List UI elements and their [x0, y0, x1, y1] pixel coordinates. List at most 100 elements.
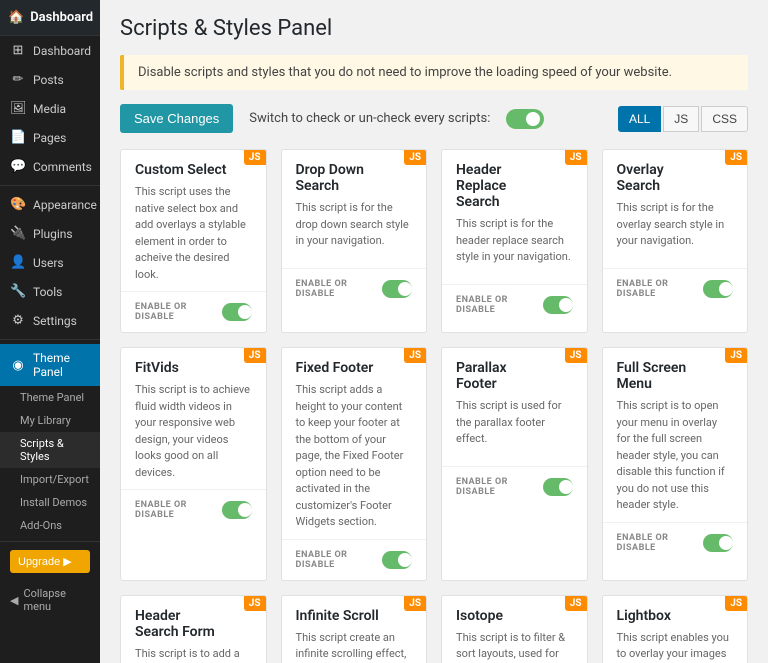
- script-card-isotope: JS Isotope This script is to filter & so…: [441, 595, 588, 663]
- card-footer: ENABLE OR DISABLE: [442, 284, 587, 325]
- card-toggle[interactable]: [382, 280, 412, 298]
- card-title: Fixed Footer: [296, 360, 413, 376]
- card-toggle[interactable]: [382, 551, 412, 569]
- scripts-grid: JS Custom Select This script uses the na…: [120, 149, 748, 663]
- sidebar-item-pages[interactable]: 📄 Pages: [0, 123, 100, 152]
- card-title: Header Replace Search: [456, 162, 573, 210]
- posts-icon: ✏: [10, 72, 26, 87]
- sidebar-item-label: Appearance: [33, 198, 97, 212]
- card-badge: JS: [244, 150, 266, 165]
- global-toggle[interactable]: [506, 109, 544, 129]
- filter-all-button[interactable]: ALL: [618, 106, 661, 132]
- filter-css-button[interactable]: CSS: [701, 106, 748, 132]
- enable-label: ENABLE OR DISABLE: [617, 533, 704, 553]
- card-badge: JS: [404, 150, 426, 165]
- script-card-fixed-footer: JS Fixed Footer This script adds a heigh…: [281, 347, 428, 581]
- notice-banner: Disable scripts and styles that you do n…: [120, 55, 748, 90]
- filter-js-button[interactable]: JS: [663, 106, 699, 132]
- card-header: JS Fixed Footer This script adds a heigh…: [282, 348, 427, 539]
- sidebar-item-users[interactable]: 👤 Users: [0, 248, 100, 277]
- card-header: JS Full Screen Menu This script is to op…: [603, 348, 748, 522]
- save-changes-button[interactable]: Save Changes: [120, 104, 233, 133]
- script-card-overlay-search: JS Overlay Search This script is for the…: [602, 149, 749, 333]
- collapse-menu-button[interactable]: ◀ Collapse menu: [0, 581, 100, 619]
- card-title: Header Search Form: [135, 608, 252, 640]
- toolbar: Save Changes Switch to check or un-check…: [120, 104, 748, 133]
- sidebar-item-label: Plugins: [33, 227, 73, 241]
- card-footer: ENABLE OR DISABLE: [603, 268, 748, 309]
- users-icon: 👤: [10, 255, 26, 270]
- sidebar-item-label: Dashboard: [33, 44, 91, 58]
- card-toggle[interactable]: [222, 303, 252, 321]
- sidebar-item-media[interactable]: 🖼 Media: [0, 94, 100, 123]
- sidebar-item-settings[interactable]: ⚙ Settings: [0, 306, 100, 335]
- sidebar-sub-scripts-styles[interactable]: Scripts & Styles: [0, 432, 100, 468]
- card-header: JS Overlay Search This script is for the…: [603, 150, 748, 268]
- sidebar-sub-add-ons[interactable]: Add-Ons: [0, 514, 100, 537]
- card-title: Lightbox: [617, 608, 734, 624]
- card-header: JS Drop Down Search This script is for t…: [282, 150, 427, 268]
- card-desc: This script is used for the parallax foo…: [456, 398, 573, 458]
- card-toggle[interactable]: [703, 280, 733, 298]
- enable-label: ENABLE OR DISABLE: [296, 279, 383, 299]
- card-header: JS FitVids This script is to achieve flu…: [121, 348, 266, 489]
- card-title: Infinite Scroll: [296, 608, 413, 624]
- enable-label: ENABLE OR DISABLE: [617, 279, 704, 299]
- card-footer: ENABLE OR DISABLE: [282, 539, 427, 580]
- card-desc: This script create an infinite scrolling…: [296, 630, 413, 663]
- card-footer: ENABLE OR DISABLE: [442, 466, 587, 507]
- card-badge: JS: [404, 348, 426, 363]
- sidebar: 🏠 Dashboard ⊞ Dashboard ✏ Posts 🖼 Media …: [0, 0, 100, 663]
- sidebar-item-appearance[interactable]: 🎨 Appearance: [0, 190, 100, 219]
- media-icon: 🖼: [10, 101, 26, 116]
- upgrade-button[interactable]: Upgrade ▶: [10, 550, 90, 573]
- sidebar-sub-my-library[interactable]: My Library: [0, 409, 100, 432]
- sidebar-item-tools[interactable]: 🔧 Tools: [0, 277, 100, 306]
- global-toggle-track[interactable]: [506, 109, 544, 129]
- sidebar-item-posts[interactable]: ✏ Posts: [0, 65, 100, 94]
- sidebar-item-dashboard[interactable]: ⊞ Dashboard: [0, 36, 100, 65]
- card-badge: JS: [565, 150, 587, 165]
- plugins-icon: 🔌: [10, 226, 26, 241]
- sidebar-divider-2: [0, 339, 100, 340]
- script-card-drop-down-search: JS Drop Down Search This script is for t…: [281, 149, 428, 333]
- card-badge: JS: [244, 348, 266, 363]
- card-header: JS Isotope This script is to filter & so…: [442, 596, 587, 663]
- card-badge: JS: [565, 348, 587, 363]
- card-toggle[interactable]: [543, 478, 573, 496]
- card-title: Drop Down Search: [296, 162, 413, 194]
- sidebar-sub-theme-panel[interactable]: Theme Panel: [0, 386, 100, 409]
- sidebar-item-comments[interactable]: 💬 Comments: [0, 152, 100, 181]
- page-title: Scripts & Styles Panel: [120, 16, 748, 41]
- card-desc: This script is for the overlay search st…: [617, 200, 734, 260]
- sidebar-sub-install-demos[interactable]: Install Demos: [0, 491, 100, 514]
- sidebar-item-label: Media: [33, 102, 66, 116]
- theme-panel-icon: ◉: [10, 358, 26, 373]
- script-card-lightbox: JS Lightbox This script enables you to o…: [602, 595, 749, 663]
- script-card-custom-select: JS Custom Select This script uses the na…: [120, 149, 267, 333]
- card-header: JS Header Search Form This script is to …: [121, 596, 266, 663]
- card-desc: This script uses the native select box a…: [135, 184, 252, 283]
- card-badge: JS: [244, 596, 266, 611]
- card-footer: ENABLE OR DISABLE: [282, 268, 427, 309]
- sidebar-item-theme-panel[interactable]: ◉ Theme Panel: [0, 344, 100, 386]
- card-footer: ENABLE OR DISABLE: [121, 489, 266, 530]
- filter-group: ALL JS CSS: [618, 106, 748, 132]
- dashboard-nav-icon: ⊞: [10, 43, 26, 58]
- enable-label: ENABLE OR DISABLE: [456, 295, 543, 315]
- card-toggle[interactable]: [703, 534, 733, 552]
- enable-label: ENABLE OR DISABLE: [456, 477, 543, 497]
- sidebar-divider-1: [0, 185, 100, 186]
- card-header: JS Infinite Scroll This script create an…: [282, 596, 427, 663]
- sidebar-logo[interactable]: 🏠 Dashboard: [0, 0, 100, 36]
- pages-icon: 📄: [10, 130, 26, 145]
- sidebar-item-label: Settings: [33, 314, 77, 328]
- comments-icon: 💬: [10, 159, 26, 174]
- card-toggle[interactable]: [543, 296, 573, 314]
- script-card-header-search-form: JS Header Search Form This script is to …: [120, 595, 267, 663]
- sidebar-item-plugins[interactable]: 🔌 Plugins: [0, 219, 100, 248]
- settings-icon: ⚙: [10, 313, 26, 328]
- card-toggle[interactable]: [222, 501, 252, 519]
- card-title: Full Screen Menu: [617, 360, 734, 392]
- sidebar-sub-import-export[interactable]: Import/Export: [0, 468, 100, 491]
